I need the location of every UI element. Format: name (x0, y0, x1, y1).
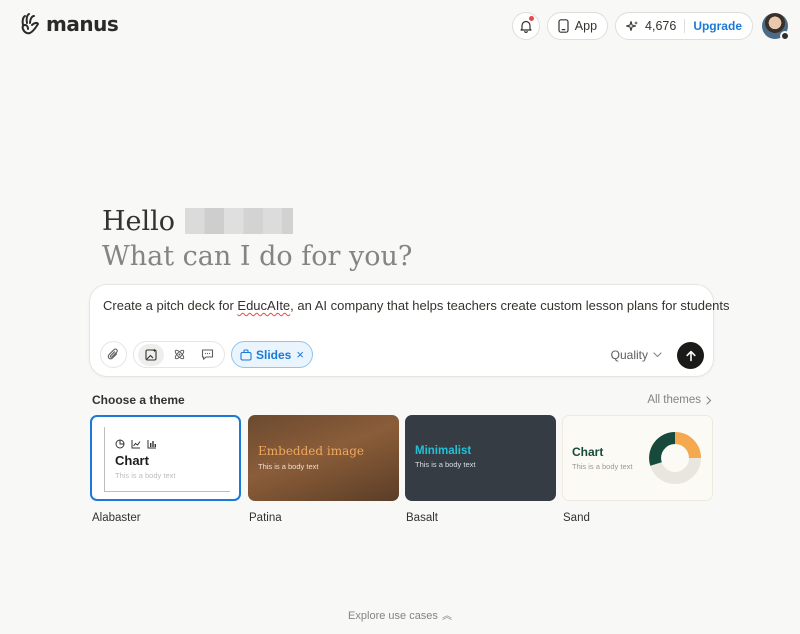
theme-name-patina: Patina (249, 512, 282, 524)
themes-heading: Choose a theme (92, 393, 185, 407)
slides-mode-chip[interactable]: Slides × (231, 341, 313, 368)
image-generation-button[interactable] (138, 343, 164, 366)
prompt-text-start: Create a pitch deck for (103, 298, 238, 313)
theme-preview-body: This is a body text (415, 460, 476, 469)
theme-preview-title: Embedded image (258, 444, 365, 458)
atom-icon (174, 349, 184, 360)
theme-card-alabaster[interactable]: Chart This is a body text (90, 415, 241, 501)
donut-chart-preview (649, 432, 701, 484)
theme-preview-title: Chart (115, 453, 149, 468)
quality-label: Quality (610, 348, 648, 362)
credits-count: 4,676 (645, 19, 677, 33)
brand-name: manus (46, 12, 119, 36)
prompt-misspelled-word: EducAIte (237, 298, 291, 313)
chat-mode-button[interactable] (194, 344, 220, 366)
app-label: App (574, 19, 598, 33)
bar-chart-icon (147, 440, 156, 449)
notifications-button[interactable] (511, 12, 540, 40)
remove-chip-icon[interactable]: × (296, 347, 304, 362)
avatar-badge (780, 31, 790, 41)
theme-preview-body: This is a body text (572, 462, 633, 471)
manus-hand-icon (21, 13, 39, 35)
message-icon (201, 349, 213, 360)
theme-preview-body: This is a body text (115, 471, 176, 480)
greeting: Hello What can I do for you? (102, 203, 412, 275)
hello-text: Hello (102, 205, 176, 237)
greeting-subtitle: What can I do for you? (102, 241, 413, 272)
theme-preview-title: Chart (572, 445, 604, 459)
credits-pill[interactable]: 4,676 Upgrade (615, 12, 753, 40)
chevron-down-icon (653, 352, 662, 358)
theme-card-basalt[interactable]: Minimalist This is a body text (405, 415, 556, 501)
chart-axis-x (104, 491, 230, 492)
theme-preview-body: This is a body text (258, 462, 319, 471)
slides-chip-label: Slides (256, 347, 292, 362)
user-avatar[interactable] (762, 13, 790, 41)
all-themes-link[interactable]: All themes (647, 394, 712, 406)
prompt-composer[interactable]: Create a pitch deck for EducAIte, an AI … (89, 284, 730, 377)
line-chart-icon (131, 440, 141, 449)
bell-icon (520, 20, 532, 33)
redacted-username (185, 208, 294, 234)
explore-label: Explore use cases (348, 610, 438, 622)
slides-icon (240, 348, 252, 361)
chevron-right-icon (706, 395, 712, 405)
sparkle-icon (626, 20, 639, 31)
attach-button[interactable] (100, 341, 127, 368)
phone-icon (558, 19, 569, 33)
all-themes-label: All themes (647, 394, 701, 406)
manus-logo[interactable]: manus (18, 12, 119, 36)
paperclip-icon (107, 348, 118, 360)
integrations-button[interactable] (166, 344, 192, 366)
explore-use-cases[interactable]: Explore use cases ︽ (0, 607, 800, 622)
prompt-input[interactable]: Create a pitch deck for EducAIte, an AI … (103, 298, 730, 313)
credits-divider (684, 19, 686, 33)
tool-group (133, 341, 225, 368)
image-sparkle-icon (144, 348, 157, 361)
prompt-text-end: , an AI company that helps teachers crea… (290, 298, 730, 313)
theme-card-patina[interactable]: Embedded image This is a body text (248, 415, 399, 501)
upgrade-button[interactable]: Upgrade (693, 19, 742, 33)
chart-axis-y (104, 427, 105, 492)
app-button[interactable]: App (546, 12, 609, 40)
theme-name-basalt: Basalt (406, 512, 438, 524)
quality-selector[interactable]: Quality (611, 348, 662, 362)
theme-name-sand: Sand (563, 512, 590, 524)
theme-card-sand[interactable]: Chart This is a body text (562, 415, 713, 501)
notification-dot (528, 16, 534, 21)
pie-chart-icon (115, 439, 125, 449)
chevrons-up-icon: ︽ (441, 611, 452, 622)
theme-preview-title: Minimalist (415, 445, 472, 457)
arrow-up-icon (685, 350, 696, 361)
theme-name-alabaster: Alabaster (92, 512, 141, 524)
send-button[interactable] (677, 342, 704, 369)
